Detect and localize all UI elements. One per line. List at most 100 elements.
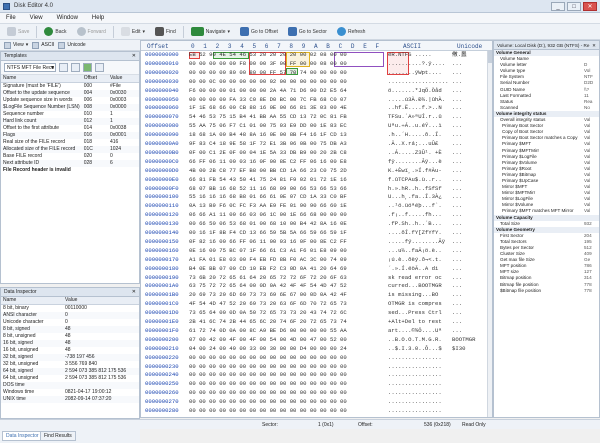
hex-row[interactable]: 0000000270 00 00 00 00 00 00 00 00 00 00 … [141, 398, 492, 406]
hex-row[interactable]: 00000001D0 73 65 64 00 0D 0A 50 72 65 73 … [141, 309, 492, 317]
hex-ascii[interactable]: ................ [388, 371, 442, 379]
hex-row[interactable]: 0000000070 54 46 53 75 15 B4 41 BB AA 55 … [141, 113, 492, 121]
hex-bytes[interactable]: 00 00 00 00 00 00 00 00 00 00 00 00 00 0… [189, 354, 347, 362]
minimize-button[interactable]: _ [551, 2, 565, 11]
ascii-toggle[interactable]: ASCII [32, 41, 54, 49]
hex-ascii[interactable]: ´.».Í.ëòÃ..A di [388, 265, 438, 273]
hex-bytes[interactable]: 73 6B 20 72 65 61 64 20 65 72 72 6F 72 2… [189, 274, 347, 282]
table-row[interactable]: Sequence number 010 1 [1, 111, 139, 118]
hex-bytes[interactable]: 00 00 00 00 FA 33 C0 8E D0 BC 00 7C FB 6… [189, 96, 347, 104]
hex-ascii[interactable]: +Alt+Del to rest [388, 318, 442, 326]
table-row[interactable]: 16 bit, signed 48 [1, 340, 139, 347]
hex-bytes[interactable]: 0E 16 00 75 BC 07 1F 66 61 C3 A1 F6 01 E… [189, 247, 347, 255]
hex-bytes[interactable]: 9F 83 C4 18 9E 58 1F 72 E1 3B 06 0B 00 7… [189, 140, 347, 148]
hex-row[interactable]: 0000000190 73 6B 20 72 65 61 64 20 65 72 … [141, 274, 492, 282]
maximize-button[interactable]: □ [567, 2, 581, 11]
hex-row[interactable]: 00000000C0 66 FF 06 11 00 03 16 0F 00 8E … [141, 158, 492, 166]
hex-row[interactable]: 0000000010 00 00 00 00 00 F8 00 00 3F 00 … [141, 60, 492, 68]
hex-bytes[interactable]: 04 00 24 00 49 00 33 00 30 00 00 D4 00 0… [189, 345, 347, 353]
hex-bytes[interactable]: 00 00 00 00 00 00 00 00 00 00 00 00 00 0… [189, 371, 347, 379]
hex-unicode[interactable]: 敒.䘀 [452, 51, 467, 59]
hex-row[interactable]: 00000000D0 4B 00 2B C8 77 EF B8 00 BB CD … [141, 167, 492, 175]
property-row[interactable]: $Bitmap file position 778 [494, 288, 599, 294]
hex-unicode[interactable]: ... [452, 185, 462, 193]
close-button[interactable]: ✕ [583, 2, 597, 11]
hex-ascii[interactable]: ................ [388, 398, 442, 406]
hex-ascii[interactable]: sed...Press Ctrl [388, 309, 442, 317]
tab-find-results[interactable]: Find Results [40, 431, 76, 441]
table-row[interactable]: Flags 016 0x0001 [1, 132, 139, 139]
hex-row[interactable]: 0000000080 55 AA 75 06 F7 C1 01 00 75 03 … [141, 122, 492, 130]
hex-unicode[interactable]: ... [452, 282, 462, 290]
hex-ascii[interactable]: h.».hR..h..fSfSf [388, 185, 442, 193]
hex-unicode[interactable]: ... [452, 220, 462, 228]
table-row[interactable]: Allocated size of the FILE record 01C 1024 [1, 146, 139, 153]
table-row[interactable]: File Record header is invalid [1, 167, 139, 174]
hex-row[interactable]: 00000001B0 20 69 73 20 6D 69 73 73 69 6E … [141, 291, 492, 299]
table-row[interactable]: 8 bit, signed 48 [1, 326, 139, 333]
hex-unicode[interactable]: ... [452, 149, 462, 157]
hex-bytes[interactable]: 0A 13 B9 F6 0C FC F3 AA E9 FE 01 90 90 6… [189, 202, 347, 210]
hex-unicode[interactable]: ... [452, 238, 462, 246]
hex-row[interactable]: 0000000170 A1 FA 01 E8 03 00 F4 EB FD 8B … [141, 256, 492, 264]
hex-unicode[interactable]: ... [452, 131, 462, 139]
close-icon[interactable]: ✕ [592, 41, 596, 50]
template-ok-icon[interactable] [83, 63, 92, 72]
hex-bytes[interactable]: 55 16 16 16 68 B8 01 66 61 0E 07 CD 1A 3… [189, 193, 347, 201]
back-button[interactable]: Back [41, 25, 69, 38]
hex-row[interactable]: 00000001A0 63 75 72 72 65 64 00 0D 0A 42 … [141, 282, 492, 290]
hex-row[interactable]: 0000000020 00 00 00 00 80 00 80 00 FF 57 … [141, 69, 492, 77]
template-settings-icon[interactable] [95, 63, 104, 72]
hex-ascii[interactable]: .................. [388, 78, 448, 86]
table-row[interactable]: Signature (must be 'FILE') 000 #File [1, 83, 139, 91]
table-row[interactable]: ANSI character 0 [1, 312, 139, 319]
hex-bytes[interactable]: 00 00 00 00 00 00 00 00 00 00 00 00 00 0… [189, 363, 347, 371]
goto-offset-button[interactable]: Go to Offset [237, 25, 281, 38]
template-apply-icon[interactable] [59, 63, 68, 72]
hex-ascii[interactable]: U...h¸.fa..Í.3À¿ [388, 193, 442, 201]
refresh-button[interactable]: Refresh [334, 25, 369, 38]
table-row[interactable]: 32 bit, signed -738 197 456 [1, 354, 139, 361]
hex-ascii[interactable]: art....©¾Ö....Uª [388, 327, 442, 335]
hex-row[interactable]: 0000000280 00 00 00 00 00 00 00 00 00 00 … [141, 407, 492, 415]
hex-row[interactable]: 0000000260 00 00 00 00 00 00 00 00 00 00 … [141, 389, 492, 397]
hex-ascii[interactable]: ..Á.....Z3Û¹. +È [388, 149, 442, 157]
table-row[interactable]: Offset to the first attribute 014 0x0038 [1, 125, 139, 132]
table-row[interactable]: 64 bit, signed 2 594 073 385 812 175 536 [1, 368, 139, 375]
hex-ascii[interactable]: ..........?.ÿ.... [388, 60, 445, 68]
table-row[interactable]: 32 bit, unsigned 3 556 769 840 [1, 361, 139, 368]
table-row[interactable]: Update sequence size in words 006 0x0003 [1, 97, 139, 104]
table-row[interactable]: Hard link count 012 1 [1, 118, 139, 125]
hex-ascii[interactable]: ö.......*JqÖ.Òåd [388, 87, 442, 95]
hex-ascii[interactable]: .Ä..X.rá;...uÛ£ [388, 140, 438, 148]
hex-row[interactable]: 00000000F0 68 07 BB 16 68 52 11 16 68 09 … [141, 185, 492, 193]
hex-row[interactable]: 0000000200 07 00 42 00 4F 00 4F 00 54 00 … [141, 336, 492, 344]
forward-button[interactable]: Forward [74, 25, 109, 38]
hex-row[interactable]: 00000001C0 4F 54 4D 47 52 20 69 73 20 63 … [141, 300, 492, 308]
hex-bytes[interactable]: 00 66 50 06 53 68 01 00 68 10 00 B4 42 8… [189, 220, 347, 228]
hex-unicode[interactable]: ... [452, 256, 462, 264]
menu-help[interactable]: Help [92, 13, 104, 23]
hex-row[interactable]: 0000000220 00 00 00 00 00 00 00 00 00 00 … [141, 354, 492, 362]
hex-row[interactable]: 0000000160 0E 16 00 75 BC 07 1F 66 61 C3 … [141, 247, 492, 255]
table-row[interactable]: $LogFile Sequence Number (LSN) 008 0x0000 [1, 104, 139, 111]
hex-row[interactable]: 0000000120 06 66 A1 11 00 66 03 06 1C 00 … [141, 211, 492, 219]
hex-ascii[interactable]: curred...BOOTMGR [388, 282, 442, 290]
hex-bytes[interactable]: 00 00 00 00 00 F8 00 00 3F 00 FF 00 00 0… [189, 60, 347, 68]
hex-unicode[interactable]: ... [452, 140, 462, 148]
table-row[interactable]: Offset to the update sequence 004 0x0030 [1, 90, 139, 97]
hex-ascii[interactable]: .h..´H.....ô..Í. [388, 131, 442, 139]
column-header[interactable]: Name [1, 75, 82, 83]
column-header[interactable]: Name [1, 297, 63, 305]
hex-unicode[interactable]: ... [452, 318, 462, 326]
hex-unicode[interactable]: ... [452, 300, 462, 308]
hex-bytes[interactable]: 00 00 00 00 00 00 00 00 00 00 00 00 00 0… [189, 380, 347, 388]
hex-unicode[interactable]: ... [452, 229, 462, 237]
hex-unicode[interactable]: ... [452, 122, 462, 130]
table-row[interactable]: DOS time [1, 382, 139, 389]
table-row[interactable]: 64 bit, unsigned 2 594 073 385 812 175 53… [1, 375, 139, 382]
hex-editor[interactable]: Offset ASCII Unicode 0 1 23 4 56 7 8 9 A B CD E F 00… [140, 40, 493, 418]
hex-bytes[interactable]: 63 75 72 72 65 64 00 0D 0A 42 4F 4F 54 4… [189, 282, 347, 290]
hex-row[interactable]: 00000001E0 2B 41 6C 74 2B 44 65 6C 20 74 … [141, 318, 492, 326]
hex-unicode[interactable]: ... [452, 113, 462, 121]
